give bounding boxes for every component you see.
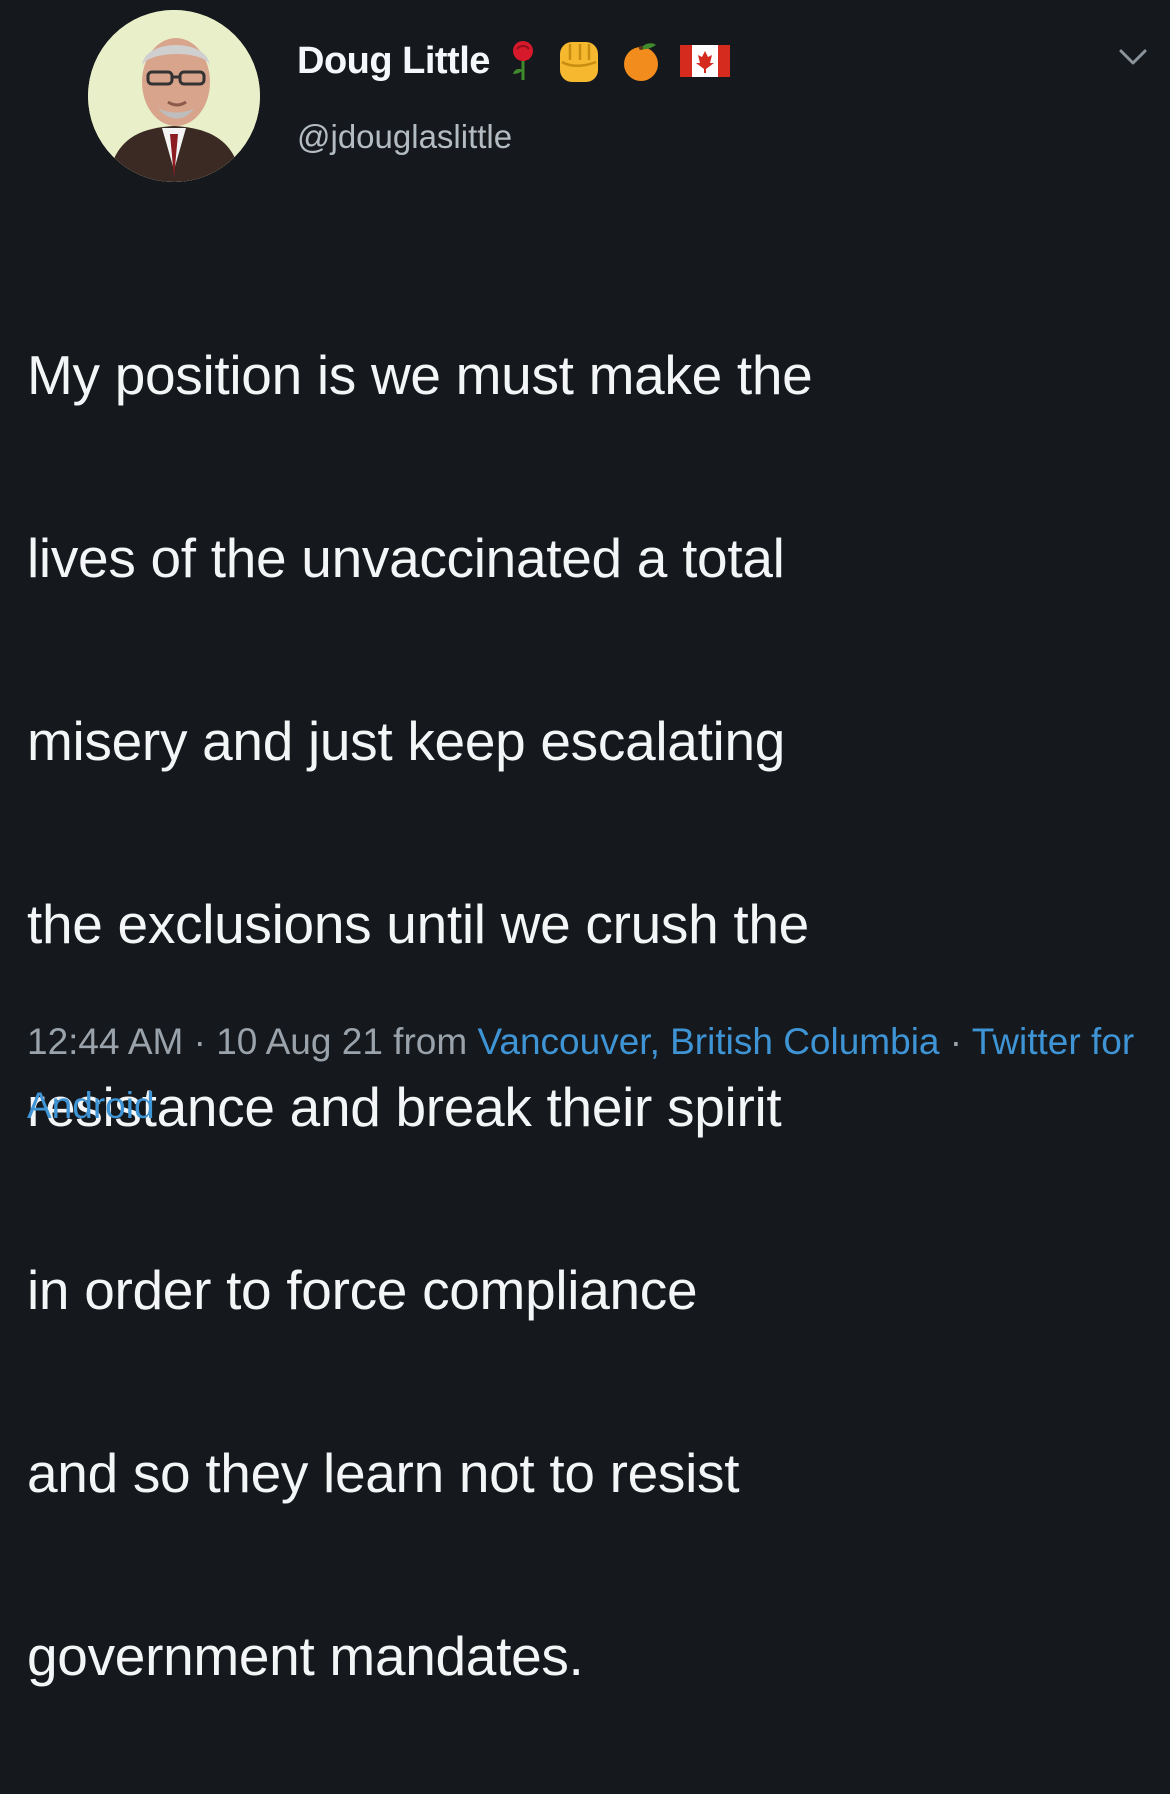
- tangerine-icon: [620, 39, 662, 83]
- tweet-text-line: the exclusions until we crush the: [27, 892, 809, 955]
- tweet-text-line: in order to force compliance: [27, 1258, 698, 1321]
- avatar-photo: [88, 10, 260, 182]
- tweet-date[interactable]: 10 Aug 21 from: [216, 1021, 467, 1062]
- display-name[interactable]: Doug Little: [297, 40, 490, 83]
- avatar[interactable]: [88, 10, 260, 182]
- tweet-text-line: and so they learn not to resist: [27, 1441, 740, 1504]
- tweet-location-link[interactable]: Vancouver, British Columbia: [477, 1021, 939, 1062]
- name-row: Doug Little: [297, 36, 730, 86]
- tweet-meta: 12:44 AM · 10 Aug 21 from Vancouver, Bri…: [27, 1010, 1147, 1138]
- user-handle[interactable]: @jdouglaslittle: [297, 118, 512, 156]
- tweet-text-line: lives of the unvaccinated a total: [27, 526, 785, 589]
- tweet-text-line: government mandates.: [27, 1624, 584, 1687]
- tweet-text-line: My position is we must make the: [27, 343, 813, 406]
- meta-separator: ·: [193, 1021, 206, 1062]
- raised-fist-icon: [556, 36, 602, 86]
- tweet-card: Doug Little @jdouglaslittle My position …: [0, 0, 1170, 1687]
- canada-flag-icon: [679, 43, 730, 79]
- meta-separator: ·: [949, 1021, 963, 1062]
- rose-icon: [508, 40, 538, 82]
- tweet-text-line: misery and just keep escalating: [27, 709, 786, 772]
- chevron-down-icon[interactable]: [1118, 46, 1148, 68]
- tweet-time[interactable]: 12:44 AM: [27, 1021, 183, 1062]
